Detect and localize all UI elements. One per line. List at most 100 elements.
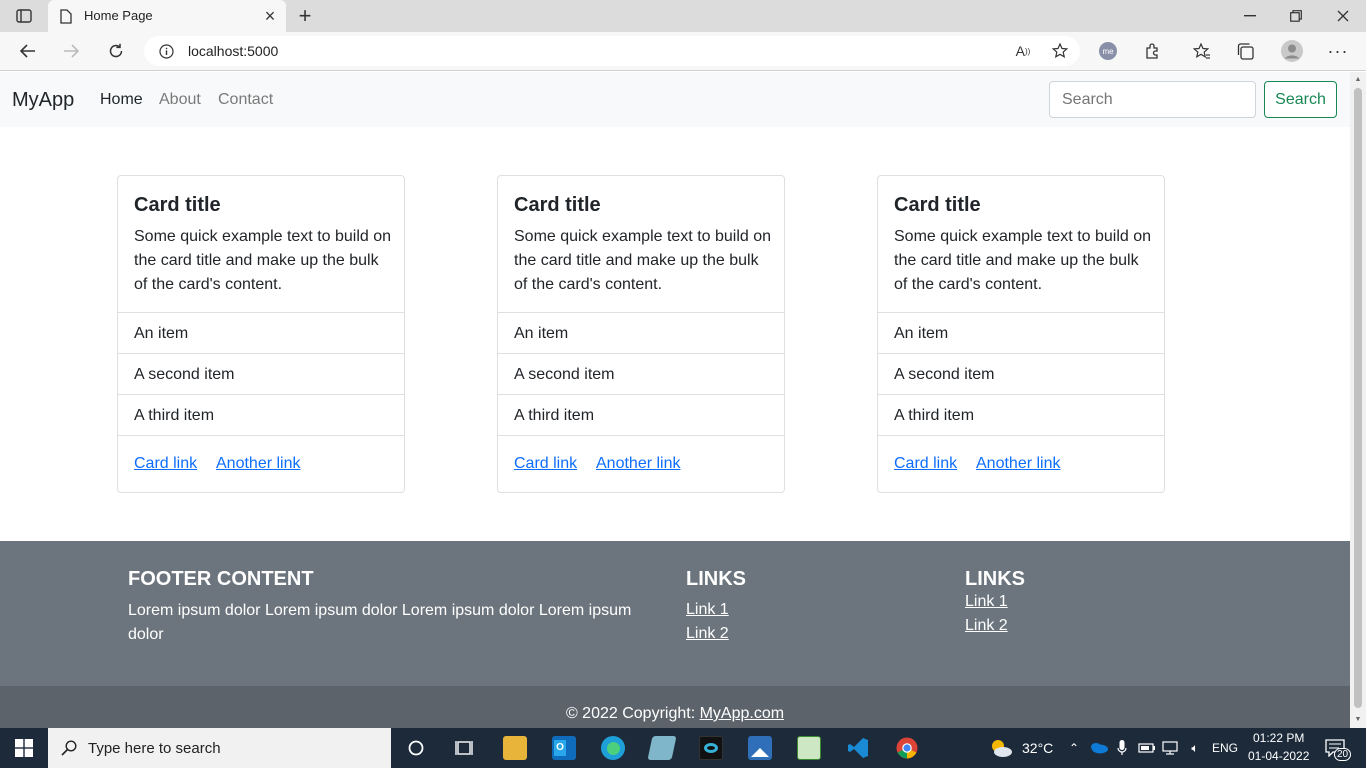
copyright-link[interactable]: MyApp.com: [700, 705, 784, 722]
address-bar[interactable]: localhost:5000 A)): [144, 36, 1080, 66]
list-item: A third item: [498, 394, 784, 436]
card-text: Some quick example text to build on the …: [134, 228, 392, 293]
scroll-down-icon[interactable]: ▼: [1353, 714, 1363, 724]
photos-app-icon[interactable]: [748, 736, 772, 760]
footer-links-heading: LINKS: [965, 568, 1025, 590]
list-item: A third item: [118, 394, 404, 436]
site-info-icon[interactable]: [158, 43, 174, 59]
refresh-icon[interactable]: [104, 40, 128, 62]
card-title: Card title: [134, 194, 221, 216]
forward-icon[interactable]: [59, 40, 83, 62]
read-aloud-icon[interactable]: A)): [1012, 42, 1034, 60]
tab-actions-icon[interactable]: [12, 6, 36, 26]
card: Card title Some quick example text to bu…: [117, 175, 405, 493]
clock-date[interactable]: 01-04-2022: [1248, 749, 1309, 763]
clock-time[interactable]: 01:22 PM: [1253, 731, 1304, 745]
copyright-bar: © 2022 Copyright: MyApp.com: [0, 686, 1350, 728]
card-link[interactable]: Card link: [894, 455, 957, 473]
windows-taskbar: Type here to search O 32°C ⌃ 🔈︎ ENG 01:2…: [0, 728, 1366, 768]
search-button[interactable]: Search: [1264, 81, 1337, 118]
list-item: A third item: [878, 394, 1164, 436]
microphone-icon[interactable]: [1114, 739, 1130, 757]
taskbar-search-placeholder: Type here to search: [88, 740, 221, 757]
card-title: Card title: [514, 194, 601, 216]
site-navbar: MyApp Home About Contact Search: [0, 72, 1350, 127]
weather-temperature[interactable]: 32°C: [1022, 740, 1053, 756]
volume-icon[interactable]: 🔈︎: [1186, 739, 1204, 757]
cortana-icon[interactable]: [405, 738, 427, 758]
onedrive-icon[interactable]: [1090, 739, 1108, 757]
edge-browser-icon[interactable]: [601, 736, 625, 760]
extensions-icon[interactable]: [1142, 41, 1164, 61]
extension-me-icon[interactable]: me: [1098, 41, 1118, 61]
card-text: Some quick example text to build on the …: [894, 228, 1152, 293]
footer-text: Lorem ipsum dolor Lorem ipsum dolor Lore…: [128, 602, 632, 643]
browser-tab-bar: Home Page × +: [0, 0, 1366, 32]
list-item: An item: [118, 312, 404, 353]
back-icon[interactable]: [16, 40, 40, 62]
file-explorer-icon[interactable]: [503, 736, 527, 760]
scroll-up-icon[interactable]: ▲: [1353, 74, 1363, 84]
spreadsheet-app-icon[interactable]: [797, 736, 821, 760]
url-text: localhost:5000: [188, 43, 279, 59]
notepad-app-icon[interactable]: [647, 736, 677, 760]
footer-links-heading: LINKS: [686, 568, 746, 590]
tab-title: Home Page: [84, 8, 153, 23]
chrome-icon[interactable]: [895, 736, 919, 760]
list-item: An item: [498, 312, 784, 353]
footer-link-2[interactable]: Link 2: [686, 625, 729, 643]
list-item: A second item: [498, 353, 784, 394]
chevron-up-icon[interactable]: ⌃: [1066, 739, 1082, 757]
brand-link[interactable]: MyApp: [12, 89, 74, 112]
site-footer: FOOTER CONTENT Lorem ipsum dolor Lorem i…: [0, 541, 1350, 686]
footer-link-2[interactable]: Link 2: [965, 617, 1008, 635]
another-link[interactable]: Another link: [596, 455, 681, 473]
profile-avatar-icon[interactable]: [1280, 39, 1304, 63]
scrollbar-thumb[interactable]: [1354, 88, 1362, 708]
close-window-icon[interactable]: [1333, 6, 1353, 26]
footer-heading: FOOTER CONTENT: [128, 568, 314, 590]
taskbar-search-box[interactable]: Type here to search: [48, 728, 391, 768]
card-text: Some quick example text to build on the …: [514, 228, 772, 293]
card: Card title Some quick example text to bu…: [497, 175, 785, 493]
web-page: MyApp Home About Contact Search Card tit…: [0, 72, 1350, 728]
copyright-text: © 2022 Copyright:: [565, 705, 700, 722]
another-link[interactable]: Another link: [216, 455, 301, 473]
favorite-add-icon[interactable]: [1050, 42, 1072, 60]
task-view-icon[interactable]: [453, 738, 475, 758]
page-scrollbar[interactable]: ▲ ▼: [1350, 72, 1366, 728]
search-icon: [60, 739, 78, 757]
footer-link-1[interactable]: Link 1: [965, 593, 1008, 611]
network-icon[interactable]: [1162, 739, 1180, 757]
close-tab-icon[interactable]: ×: [260, 6, 280, 26]
nav-link-about[interactable]: About: [159, 91, 201, 109]
address-toolbar: localhost:5000 A)) me ···: [0, 32, 1366, 71]
footer-link-1[interactable]: Link 1: [686, 601, 729, 619]
outlook-icon[interactable]: O: [552, 736, 576, 760]
nav-link-contact[interactable]: Contact: [218, 91, 273, 109]
nav-link-home[interactable]: Home: [100, 91, 143, 109]
language-indicator[interactable]: ENG: [1212, 741, 1238, 755]
minimize-icon[interactable]: [1240, 6, 1260, 26]
vscode-icon[interactable]: [846, 736, 870, 760]
weather-icon[interactable]: [989, 738, 1013, 758]
another-link[interactable]: Another link: [976, 455, 1061, 473]
search-input[interactable]: [1049, 81, 1256, 118]
collections-icon[interactable]: [1235, 41, 1257, 61]
list-item: An item: [878, 312, 1164, 353]
windows-start-icon[interactable]: [14, 739, 34, 757]
new-tab-icon[interactable]: +: [292, 3, 318, 28]
list-item: A second item: [878, 353, 1164, 394]
card: Card title Some quick example text to bu…: [877, 175, 1165, 493]
restore-icon[interactable]: [1286, 6, 1306, 26]
favorites-icon[interactable]: [1191, 41, 1213, 61]
card-link[interactable]: Card link: [134, 455, 197, 473]
notification-count-badge: 20: [1334, 748, 1352, 761]
browser-tab[interactable]: Home Page ×: [48, 0, 286, 32]
webex-app-icon[interactable]: [699, 736, 723, 760]
list-item: A second item: [118, 353, 404, 394]
card-title: Card title: [894, 194, 981, 216]
card-link[interactable]: Card link: [514, 455, 577, 473]
battery-icon[interactable]: [1138, 739, 1156, 757]
more-options-icon[interactable]: ···: [1327, 41, 1349, 61]
